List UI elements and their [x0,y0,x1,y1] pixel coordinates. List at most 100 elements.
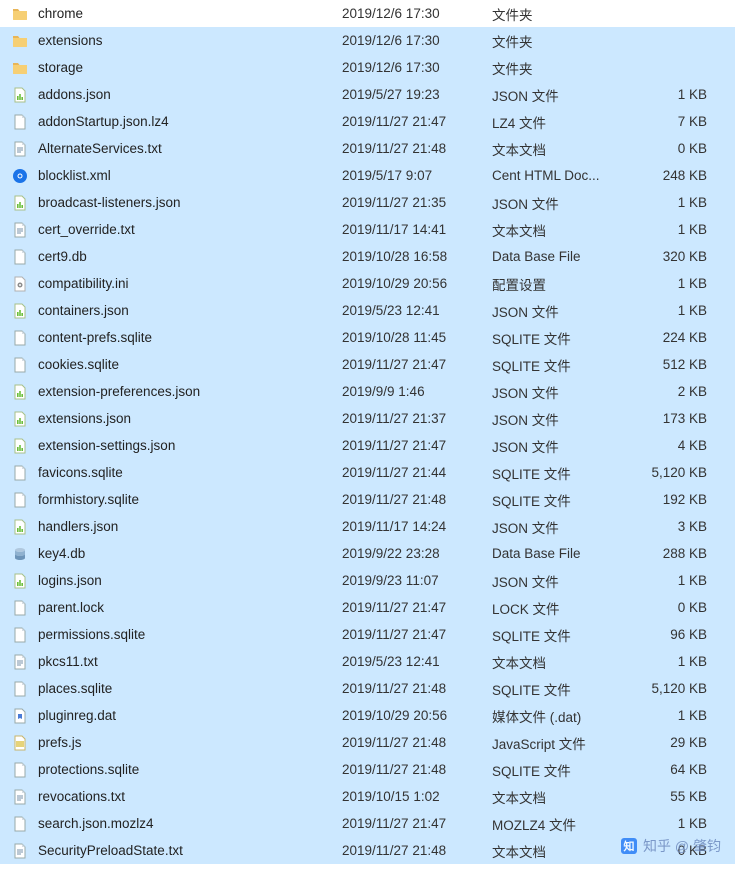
file-date: 2019/9/22 23:28 [342,546,492,561]
file-row[interactable]: parent.lock2019/11/27 21:47LOCK 文件0 KB [0,594,735,621]
file-size: 192 KB [627,492,715,507]
file-type: SQLITE 文件 [492,679,627,699]
file-row[interactable]: compatibility.ini2019/10/29 20:56配置设置1 K… [0,270,735,297]
file-size: 1 KB [627,222,715,237]
file-type: 文本文档 [492,652,627,672]
json-icon [12,195,28,211]
file-icon [12,492,28,508]
file-row[interactable]: logins.json2019/9/23 11:07JSON 文件1 KB [0,567,735,594]
file-name: broadcast-listeners.json [38,195,181,210]
file-row[interactable]: formhistory.sqlite2019/11/27 21:48SQLITE… [0,486,735,513]
file-date: 2019/9/9 1:46 [342,384,492,399]
file-row[interactable]: chrome2019/12/6 17:30文件夹 [0,0,735,27]
file-name: parent.lock [38,600,104,615]
file-name: key4.db [38,546,85,561]
file-list[interactable]: chrome2019/12/6 17:30文件夹extensions2019/1… [0,0,735,864]
file-date: 2019/9/23 11:07 [342,573,492,588]
file-name: storage [38,60,83,75]
file-type: SQLITE 文件 [492,463,627,483]
file-row[interactable]: protections.sqlite2019/11/27 21:48SQLITE… [0,756,735,783]
file-type: 文本文档 [492,787,627,807]
file-size: 1 KB [627,708,715,723]
file-size: 1 KB [627,816,715,831]
file-size: 1 KB [627,87,715,102]
file-name: search.json.mozlz4 [38,816,154,831]
file-size: 4 KB [627,438,715,453]
txt-icon [12,789,28,805]
file-type: JSON 文件 [492,85,627,105]
file-size: 96 KB [627,627,715,642]
file-row[interactable]: pkcs11.txt2019/5/23 12:41文本文档1 KB [0,648,735,675]
js-icon [12,735,28,751]
file-name: cert9.db [38,249,87,264]
file-row[interactable]: search.json.mozlz42019/11/27 21:47MOZLZ4… [0,810,735,837]
file-date: 2019/11/27 21:47 [342,600,492,615]
file-row[interactable]: containers.json2019/5/23 12:41JSON 文件1 K… [0,297,735,324]
file-date: 2019/11/27 21:47 [342,357,492,372]
file-name: chrome [38,6,83,21]
file-size: 55 KB [627,789,715,804]
file-icon [12,249,28,265]
json-icon [12,573,28,589]
file-name: containers.json [38,303,129,318]
file-row[interactable]: addons.json2019/5/27 19:23JSON 文件1 KB [0,81,735,108]
file-type: 配置设置 [492,274,627,294]
file-size: 1 KB [627,303,715,318]
file-icon [12,627,28,643]
file-date: 2019/5/27 19:23 [342,87,492,102]
file-name: blocklist.xml [38,168,111,183]
file-row[interactable]: extensions2019/12/6 17:30文件夹 [0,27,735,54]
file-row[interactable]: blocklist.xml2019/5/17 9:07Cent HTML Doc… [0,162,735,189]
file-size: 173 KB [627,411,715,426]
file-type: 文件夹 [492,31,627,51]
file-row[interactable]: cert9.db2019/10/28 16:58Data Base File32… [0,243,735,270]
json-icon [12,438,28,454]
ini-icon [12,276,28,292]
file-row[interactable]: storage2019/12/6 17:30文件夹 [0,54,735,81]
file-size: 1 KB [627,276,715,291]
file-type: Data Base File [492,546,627,561]
file-date: 2019/11/27 21:48 [342,843,492,858]
file-row[interactable]: places.sqlite2019/11/27 21:48SQLITE 文件5,… [0,675,735,702]
file-row[interactable]: extension-preferences.json2019/9/9 1:46J… [0,378,735,405]
json-icon [12,519,28,535]
file-row[interactable]: key4.db2019/9/22 23:28Data Base File288 … [0,540,735,567]
file-row[interactable]: handlers.json2019/11/17 14:24JSON 文件3 KB [0,513,735,540]
file-row[interactable]: favicons.sqlite2019/11/27 21:44SQLITE 文件… [0,459,735,486]
file-name: cert_override.txt [38,222,135,237]
file-row[interactable]: extensions.json2019/11/27 21:37JSON 文件17… [0,405,735,432]
file-date: 2019/11/27 21:35 [342,195,492,210]
file-row[interactable]: cookies.sqlite2019/11/27 21:47SQLITE 文件5… [0,351,735,378]
file-date: 2019/10/28 11:45 [342,330,492,345]
file-name: handlers.json [38,519,118,534]
file-size: 0 KB [627,600,715,615]
file-type: SQLITE 文件 [492,490,627,510]
file-size: 224 KB [627,330,715,345]
file-name: formhistory.sqlite [38,492,139,507]
file-row[interactable]: prefs.js2019/11/27 21:48JavaScript 文件29 … [0,729,735,756]
file-row[interactable]: revocations.txt2019/10/15 1:02文本文档55 KB [0,783,735,810]
file-size: 7 KB [627,114,715,129]
file-row[interactable]: pluginreg.dat2019/10/29 20:56媒体文件 (.dat)… [0,702,735,729]
file-row[interactable]: addonStartup.json.lz42019/11/27 21:47LZ4… [0,108,735,135]
file-row[interactable]: extension-settings.json2019/11/27 21:47J… [0,432,735,459]
file-name: pluginreg.dat [38,708,116,723]
file-date: 2019/10/29 20:56 [342,276,492,291]
file-icon [12,357,28,373]
file-icon [12,330,28,346]
file-type: 文件夹 [492,58,627,78]
file-row[interactable]: cert_override.txt2019/11/17 14:41文本文档1 K… [0,216,735,243]
file-row[interactable]: permissions.sqlite2019/11/27 21:47SQLITE… [0,621,735,648]
file-date: 2019/10/29 20:56 [342,708,492,723]
file-type: SQLITE 文件 [492,355,627,375]
file-row[interactable]: AlternateServices.txt2019/11/27 21:48文本文… [0,135,735,162]
file-icon [12,762,28,778]
file-date: 2019/12/6 17:30 [342,6,492,21]
file-row[interactable]: broadcast-listeners.json 2019/11/27 21:35… [0,189,735,216]
file-name: extensions.json [38,411,131,426]
file-row[interactable]: content-prefs.sqlite2019/10/28 11:45SQLI… [0,324,735,351]
file-type: 文本文档 [492,139,627,159]
file-row[interactable]: SecurityPreloadState.txt2019/11/27 21:48… [0,837,735,864]
file-icon [12,114,28,130]
file-name: extensions [38,33,103,48]
